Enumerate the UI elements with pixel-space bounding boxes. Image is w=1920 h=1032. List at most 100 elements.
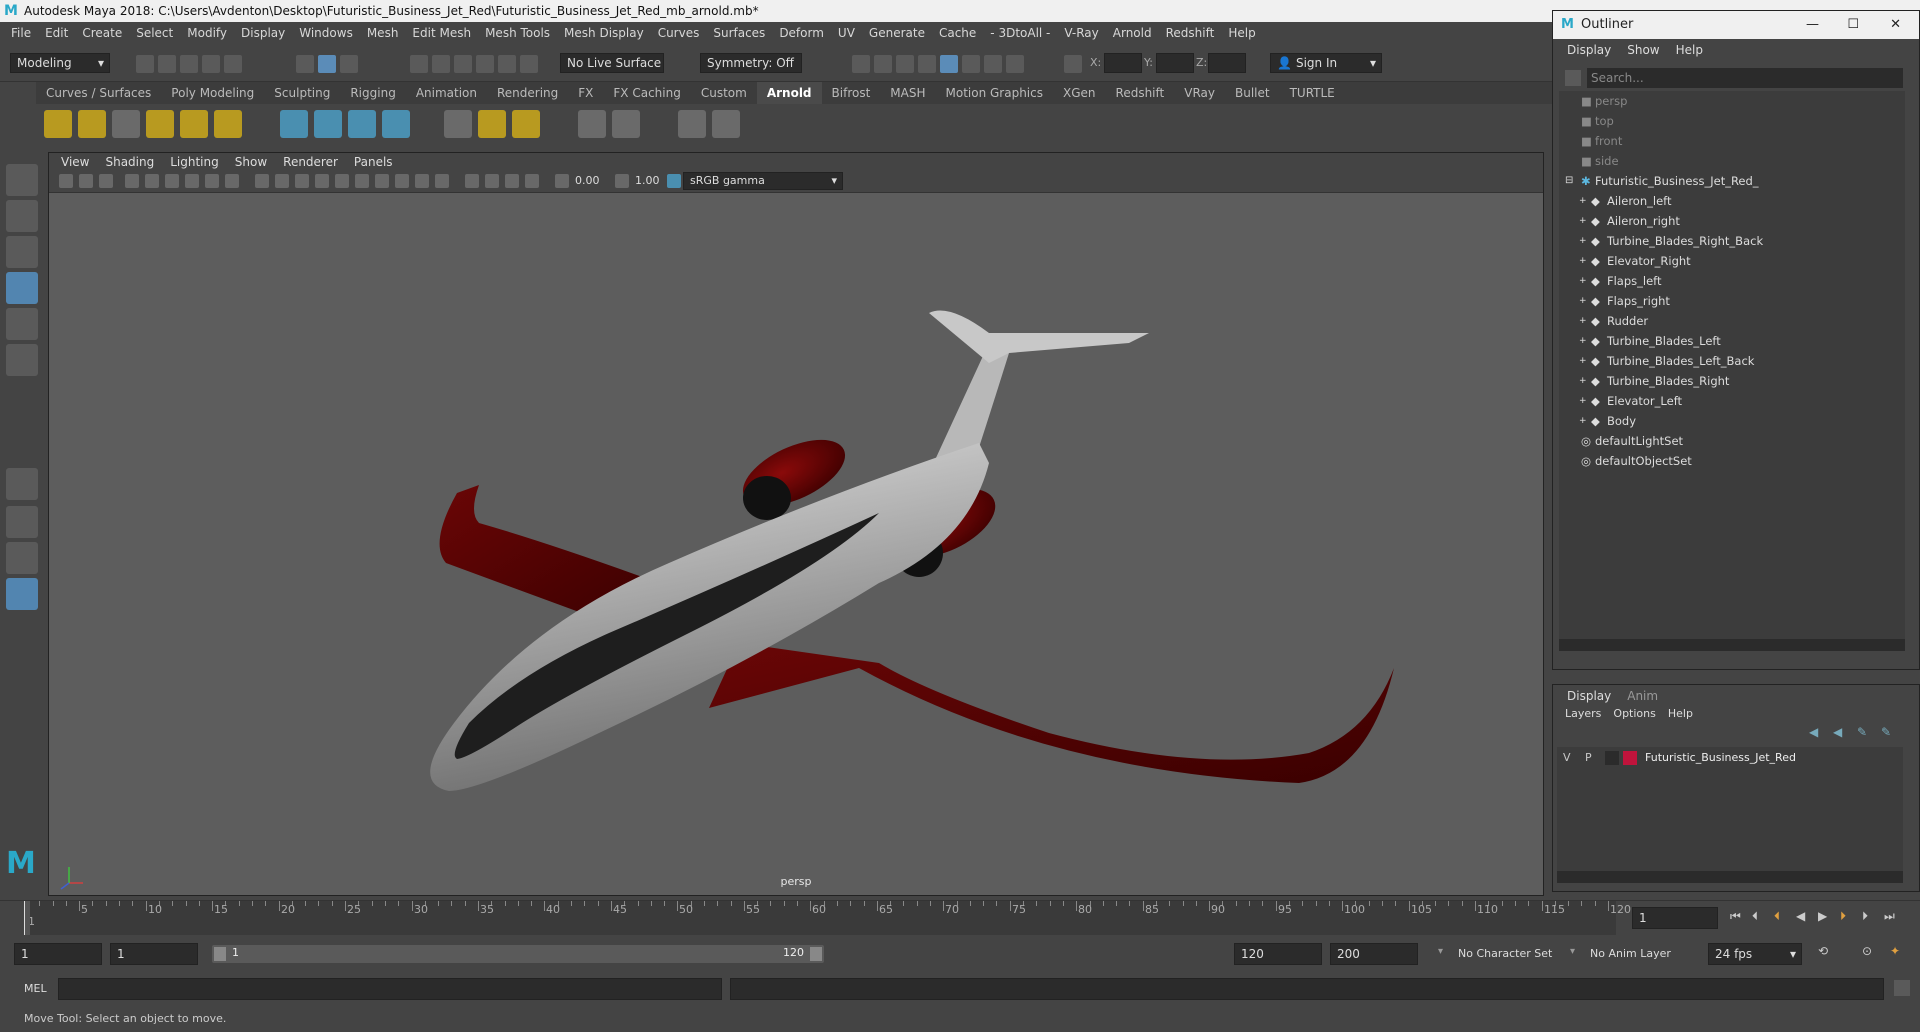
list-item[interactable]: + ◆ Aileron_left [1559,191,1905,211]
select-component-icon[interactable] [340,55,358,73]
menu-surfaces[interactable]: Surfaces [706,26,772,40]
layer-menu-layers[interactable]: Layers [1559,707,1607,725]
resolution-gate-icon[interactable] [225,174,239,188]
standin-icon[interactable] [280,110,308,138]
rotate-tool-icon[interactable] [6,308,38,340]
auto-key-icon[interactable]: ⊙ [1862,944,1872,958]
snap-edge-icon[interactable] [520,55,538,73]
select-object-icon[interactable] [318,55,336,73]
export-standin-icon[interactable] [314,110,342,138]
time-slider[interactable]: 1 5 10 15 20 25 30 35 40 45 50 55 60 65 70 75 80 85 90 95 10… [0,900,1920,935]
curve-collector-icon[interactable] [348,110,376,138]
panel-menu-show[interactable]: Show [227,155,275,169]
animation-preferences-icon[interactable]: ✦ [1890,944,1900,958]
four-view-layout-icon[interactable] [6,506,38,538]
menu-curves[interactable]: Curves [651,26,707,40]
arnold-render-view-icon[interactable] [678,110,706,138]
horizontal-scrollbar[interactable] [1559,639,1905,651]
two-view-layout-icon[interactable] [6,542,38,574]
current-frame-field[interactable]: 1 [1632,907,1718,929]
list-item[interactable]: + ◆ Turbine_Blades_Left [1559,331,1905,351]
flush-cache-icon[interactable] [512,110,540,138]
ipr-render-icon[interactable] [896,55,914,73]
ipr-icon[interactable] [712,110,740,138]
snap-point-icon[interactable] [454,55,472,73]
panel-menu-lighting[interactable]: Lighting [162,155,227,169]
select-tool-icon[interactable] [6,164,38,196]
expand-icon[interactable]: + [1579,231,1587,251]
menu-help[interactable]: Help [1221,26,1262,40]
shelf-tab-arnold[interactable]: Arnold [756,82,822,104]
playback-toggle[interactable]: P [1585,751,1592,764]
shelf-tab-fx-caching[interactable]: FX Caching [603,82,690,104]
outliner-menu-show[interactable]: Show [1619,43,1667,57]
menu-mesh-tools[interactable]: Mesh Tools [478,26,557,40]
step-back-icon[interactable]: ⏴ [1752,909,1758,924]
render-view-icon[interactable] [852,55,870,73]
shelf-tab-motion-graphics[interactable]: Motion Graphics [936,82,1054,104]
list-item[interactable]: ■ persp [1559,91,1905,111]
backface-culling-icon[interactable] [525,174,539,188]
panel-menu-shading[interactable]: Shading [97,155,162,169]
visibility-toggle[interactable]: V [1563,751,1571,764]
screen-space-ao-icon[interactable] [375,174,389,188]
anim-layer-dropdown[interactable]: No Anim Layer [1584,943,1694,965]
fps-dropdown[interactable]: 24 fps ▾ [1708,943,1802,965]
list-item[interactable]: + ◆ Rudder [1559,311,1905,331]
menu-deform[interactable]: Deform [772,26,831,40]
expand-icon[interactable]: + [1579,211,1587,231]
shelf-tab-xgen[interactable]: XGen [1053,82,1106,104]
gamma-icon[interactable] [615,174,629,188]
undo-icon[interactable] [202,55,220,73]
wireframe-on-shaded-icon[interactable] [295,174,309,188]
animation-start-field[interactable]: 1 [14,943,102,965]
smooth-shade-icon[interactable] [275,174,289,188]
expand-icon[interactable]: + [1579,391,1587,411]
go-to-end-icon[interactable]: ⏭ [1884,909,1895,924]
lights-icon[interactable] [335,174,349,188]
physical-sky-icon[interactable] [214,110,242,138]
list-item[interactable]: + ◆ Turbine_Blades_Right_Back [1559,231,1905,251]
live-surface-field[interactable]: No Live Surface [560,53,664,73]
symmetry-dropdown[interactable]: Symmetry: Off [700,53,802,73]
range-start-handle[interactable] [214,947,226,961]
shelf-tab-turtle[interactable]: TURTLE [1280,82,1345,104]
list-item[interactable]: + ◆ Body [1559,411,1905,431]
list-item[interactable]: ◎ defaultLightSet [1559,431,1905,451]
character-set-dropdown[interactable]: No Character Set [1452,943,1570,965]
list-item[interactable]: + ◆ Flaps_left [1559,271,1905,291]
two-d-pan-icon[interactable] [145,174,159,188]
playback-end-field[interactable]: 120 [1234,943,1322,965]
list-item[interactable]: ■ top [1559,111,1905,131]
expand-icon[interactable]: + [1579,311,1587,331]
menu-generate[interactable]: Generate [862,26,932,40]
new-layer-selected-icon[interactable]: ✎ [1881,725,1891,739]
shelf-tab-custom[interactable]: Custom [691,82,757,104]
mel-input[interactable] [58,978,722,1000]
hypershade-icon[interactable] [940,55,958,73]
expand-icon[interactable]: + [1579,331,1587,351]
y-field[interactable] [1156,53,1194,73]
expand-icon[interactable]: + [1579,271,1587,291]
xray-joints-icon[interactable] [505,174,519,188]
layer-menu-options[interactable]: Options [1607,707,1661,725]
paint-select-tool-icon[interactable] [6,236,38,268]
expand-icon[interactable]: + [1579,351,1587,371]
depth-of-field-icon[interactable] [435,174,449,188]
panel-menu-panels[interactable]: Panels [346,155,401,169]
bookmark-icon[interactable] [99,174,113,188]
grease-pencil-icon[interactable] [165,174,179,188]
menu-edit[interactable]: Edit [38,26,75,40]
x-field[interactable] [1104,53,1142,73]
timeline-ticks[interactable]: 1 5 10 15 20 25 30 35 40 45 50 55 60 65 70 75 80 85 90 95 10… [24,901,1631,935]
skydome-light-icon[interactable] [146,110,174,138]
shelf-tab-fx[interactable]: FX [568,82,603,104]
step-forward-key-icon[interactable]: ⏵ [1840,909,1846,924]
transform-mode-icon[interactable] [1064,55,1082,73]
move-layer-up-icon[interactable]: ◀ [1809,725,1818,739]
menu-arnold[interactable]: Arnold [1106,26,1159,40]
shelf-tab-redshift[interactable]: Redshift [1106,82,1175,104]
list-item[interactable]: + ◆ Flaps_right [1559,291,1905,311]
exposure-value[interactable]: 0.00 [575,174,600,187]
range-end-handle[interactable] [810,947,822,961]
